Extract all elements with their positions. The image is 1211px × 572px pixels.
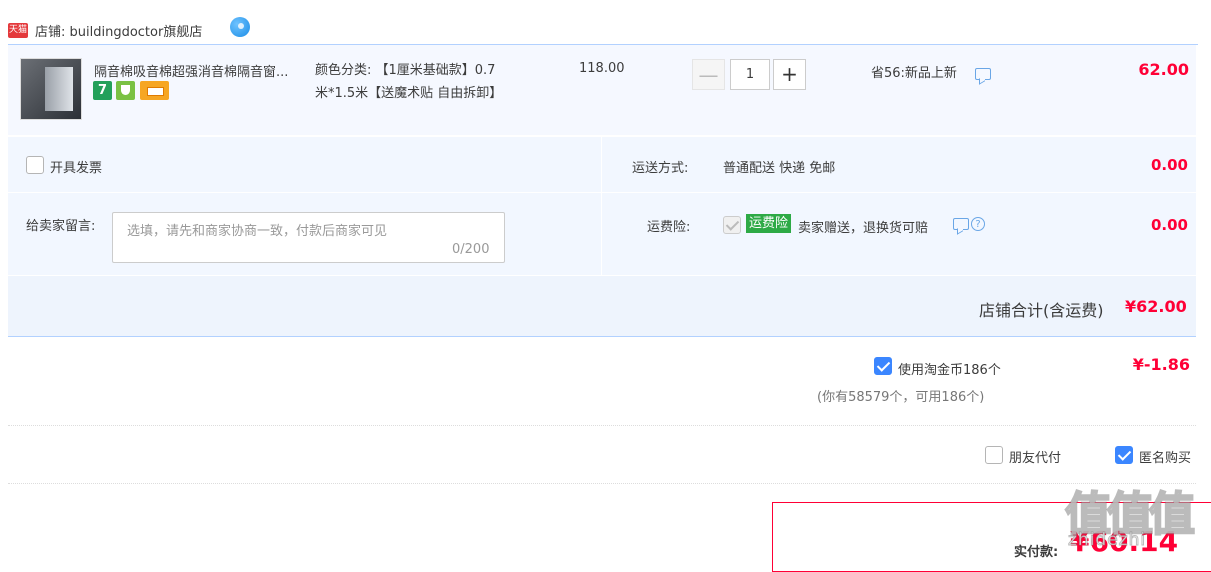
friend-pay-label: 朋友代付 — [1009, 451, 1062, 466]
promotion-text: 省56:新品上新 — [871, 66, 957, 81]
shipping-label: 运送方式: — [632, 161, 689, 176]
insurance-fee: 0.00 — [1150, 216, 1188, 234]
invoice-label: 开具发票 — [50, 161, 103, 176]
friend-pay-checkbox[interactable] — [985, 446, 1003, 464]
memo-char-count: 0/200 — [452, 242, 490, 257]
quantity-increase-button[interactable]: + — [773, 59, 806, 90]
sku-line: 米*1.5米【送魔术贴 自由拆卸】 — [315, 86, 503, 101]
sku-line: 颜色分类: 【1厘米基础款】0.7 — [315, 63, 496, 78]
sku-info: 颜色分类: 【1厘米基础款】0.7 米*1.5米【送魔术贴 自由拆卸】 — [315, 59, 540, 105]
payment-label: 实付款: — [1014, 545, 1059, 560]
taojinbi-label: 使用淘金币186个 — [898, 363, 1001, 378]
divider — [8, 192, 1196, 193]
wangwang-chat-icon[interactable] — [230, 17, 250, 37]
help-icon[interactable]: ? — [971, 217, 985, 231]
taojinbi-note: (你有58579个，可用186个) — [817, 390, 985, 405]
insurance-checkbox — [723, 216, 741, 234]
credit-card-icon — [140, 81, 169, 100]
product-thumbnail[interactable] — [20, 58, 82, 120]
shop-name-link[interactable]: 店铺: buildingdoctor旗舰店 — [35, 21, 202, 40]
insurance-comment-icon[interactable] — [953, 218, 969, 230]
memo-label: 给卖家留言: — [26, 219, 96, 234]
order-item-row — [8, 45, 1196, 135]
divider — [8, 483, 1196, 484]
promo-comment-icon[interactable] — [975, 68, 991, 80]
shop-total-amount: ¥62.00 — [1125, 297, 1187, 316]
anonymous-checkbox[interactable] — [1115, 446, 1133, 464]
divider — [601, 137, 602, 275]
divider — [8, 425, 1196, 426]
product-title-link[interactable]: 隔音棉吸音棉超强消音棉隔音窗... — [94, 61, 309, 80]
tmall-badge: 天猫 — [8, 23, 28, 38]
seven-day-return-icon: 7 — [93, 81, 112, 100]
shipping-fee: 0.00 — [1150, 156, 1188, 174]
item-total: 62.00 — [1138, 60, 1189, 79]
guarantee-shield-icon — [116, 81, 135, 100]
anonymous-label: 匿名购买 — [1139, 451, 1192, 466]
quantity-decrease-button[interactable]: — — [692, 59, 725, 90]
memo-placeholder: 选填，请先和商家协商一致，付款后商家可见 — [127, 224, 388, 239]
taojinbi-checkbox[interactable] — [874, 357, 892, 375]
unit-price: 118.00 — [579, 61, 625, 76]
shop-total-label: 店铺合计(含运费) — [979, 301, 1104, 320]
watermark-url: zhidezhi — [1067, 530, 1147, 551]
invoice-checkbox[interactable] — [26, 156, 44, 174]
shipping-method[interactable]: 普通配送 快递 免邮 — [723, 157, 835, 176]
insurance-tag: 运费险 — [746, 214, 792, 233]
insurance-desc: 卖家赠送，退换货可赔 — [798, 221, 929, 236]
insurance-label: 运费险: — [647, 220, 691, 235]
taojinbi-discount: ¥-1.86 — [1132, 355, 1190, 374]
quantity-input[interactable]: 1 — [730, 59, 770, 90]
